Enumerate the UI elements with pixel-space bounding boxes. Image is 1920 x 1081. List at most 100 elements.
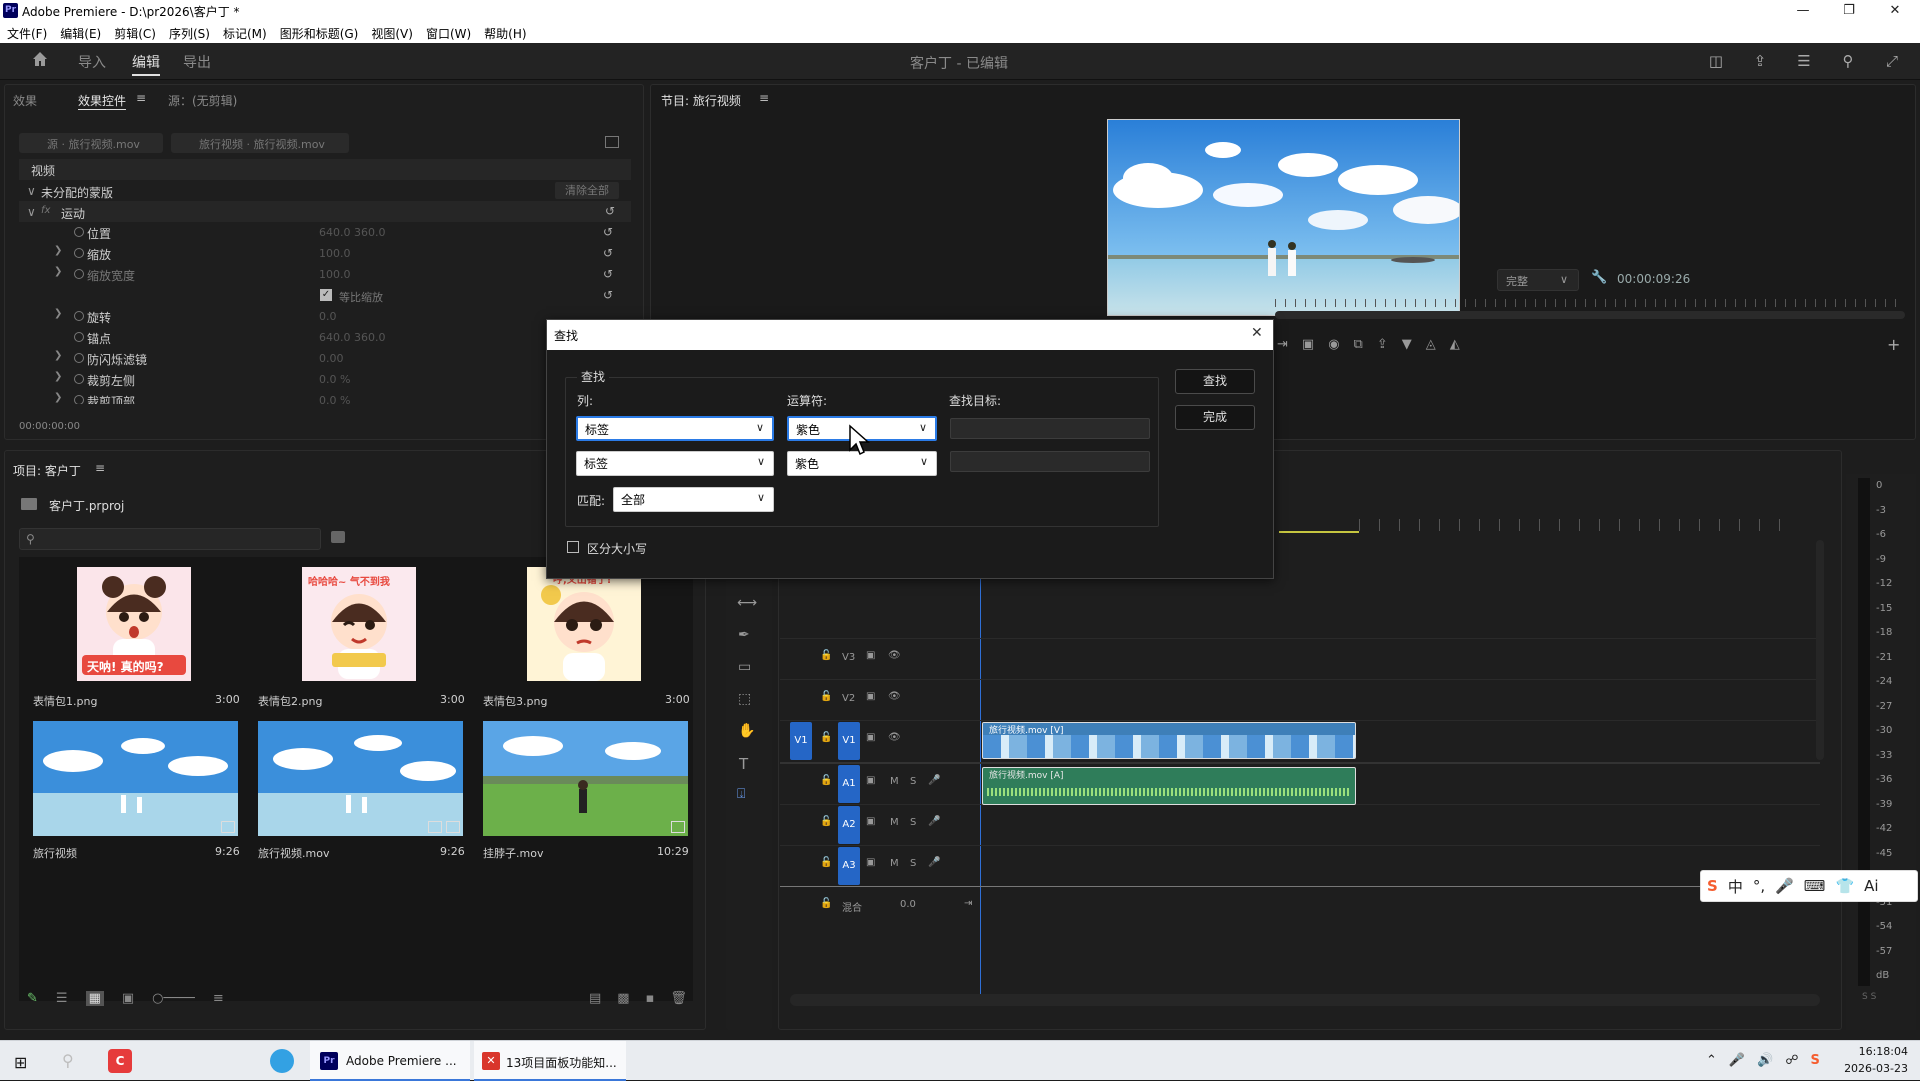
chevron-up-icon[interactable]: ⌃ [1706, 1053, 1717, 1068]
uniform-scale-checkbox[interactable]: ✓ [320, 289, 332, 301]
chevron-right-icon[interactable]: ❯ [54, 350, 62, 361]
ime-ai-button[interactable]: Ai [1864, 877, 1878, 895]
punctuation-icon[interactable]: °, [1753, 877, 1765, 895]
rectangle-icon[interactable]: ▭ [738, 659, 751, 675]
minimize-button[interactable]: — [1780, 0, 1826, 22]
work-area-bar[interactable] [1279, 531, 1359, 533]
microphone-icon[interactable]: 🎤 [928, 857, 940, 868]
toggle-sync-icon[interactable]: ▣ [866, 691, 875, 702]
source-clip-chip[interactable]: 源 · 旅行视频.mov [19, 133, 163, 153]
tab-effect-controls[interactable]: 效果控件 [78, 92, 127, 110]
eye-icon[interactable]: 👁 [888, 732, 901, 743]
chevron-right-icon[interactable]: ❯ [54, 308, 62, 319]
find-target-input-2[interactable] [950, 451, 1150, 472]
network-icon[interactable]: ☍ [1785, 1053, 1798, 1068]
volume-icon[interactable]: 🔊 [1757, 1053, 1773, 1068]
track-target-a3[interactable]: A3 [838, 847, 860, 885]
panel-layout-icon[interactable]: ◫ [1706, 51, 1726, 71]
lock-icon[interactable]: 🔓 [820, 650, 832, 661]
project-title[interactable]: 项目: 客户丁 [13, 462, 81, 479]
dialog-close-icon[interactable]: ✕ [1251, 325, 1263, 341]
compare-icon[interactable]: ⧉ [1354, 337, 1363, 352]
toggle-sync-icon[interactable]: ▣ [866, 857, 875, 868]
tab-import[interactable]: 导入 [78, 52, 106, 72]
tab-edit[interactable]: 编辑 [132, 52, 160, 76]
solo-button[interactable]: S [910, 776, 916, 787]
ripple-edit-icon[interactable]: ⟷ [737, 595, 757, 611]
marker-icon[interactable]: ▼ [1402, 337, 1412, 352]
track-target-v1[interactable]: V1 [838, 722, 860, 760]
find-target-input-1[interactable] [950, 418, 1150, 439]
program-video-frame[interactable] [1107, 119, 1460, 316]
lock-icon[interactable]: 🔓 [820, 732, 832, 743]
export-frame-icon[interactable]: ◉ [1328, 337, 1339, 352]
panel-menu-icon[interactable]: ≡ [759, 91, 769, 105]
home-icon[interactable] [30, 50, 50, 70]
search-icon[interactable]: ⚲ [1838, 51, 1858, 71]
track-target-a2[interactable]: A2 [838, 806, 860, 844]
project-item[interactable]: 旅行视频.mov 9:26 [254, 721, 465, 871]
column-select-2[interactable]: 标签 ∨ [576, 451, 774, 476]
reset-icon[interactable]: ↺ [603, 267, 617, 281]
timeline-horizontal-scrollbar[interactable] [790, 994, 1820, 1006]
ime-lang-toggle[interactable]: 中 [1728, 876, 1743, 897]
text-tool-icon[interactable]: ⍗ [737, 786, 745, 802]
stopwatch-icon[interactable] [74, 227, 84, 237]
taskbar-premiere[interactable]: Pr Adobe Premiere ... [310, 1041, 470, 1081]
prop-value[interactable]: 100.0 [319, 247, 351, 260]
menu-sequence[interactable]: 序列(S) [162, 22, 216, 42]
lock-icon[interactable]: 🔓 [820, 775, 832, 786]
sogou-logo-icon[interactable]: S [1707, 877, 1718, 895]
program-timecode[interactable]: 00:00:09:26 [1617, 272, 1690, 286]
project-item[interactable]: 哼,又出错了! 表情包3.png 3:00 [479, 567, 690, 717]
mark-out-icon[interactable]: ◭ [1450, 337, 1460, 352]
prop-value[interactable]: 100.0 [319, 268, 351, 281]
keyboard-icon[interactable]: ⌨ [1804, 877, 1826, 895]
prop-value[interactable]: 0.00 [319, 352, 344, 365]
app-icon-red[interactable]: C [108, 1049, 132, 1073]
export-icon[interactable]: ⇪ [1377, 337, 1388, 352]
pencil-icon[interactable]: ✎ [27, 991, 38, 1006]
source-patch-v1[interactable]: V1 [790, 722, 812, 760]
skin-icon[interactable]: 👕 [1835, 877, 1854, 895]
microphone-icon[interactable]: 🎤 [1729, 1053, 1745, 1068]
effect-timecode[interactable]: 00:00:00:00 [19, 421, 80, 432]
solo-indicators[interactable]: S S [1862, 992, 1876, 1002]
column-select-1[interactable]: 标签 ∨ [576, 416, 774, 441]
menu-edit[interactable]: 编辑(E) [53, 22, 107, 42]
menu-graphics[interactable]: 图形和标题(G) [273, 22, 365, 42]
project-search-input[interactable]: ⚲ [19, 528, 321, 550]
mix-value[interactable]: 0.0 [900, 899, 916, 910]
chevron-down-icon[interactable]: ∨ [27, 205, 36, 219]
timeline-ruler[interactable] [1359, 519, 1799, 531]
tab-effects[interactable]: 效果 [13, 92, 37, 109]
panel-menu-icon[interactable]: ≡ [95, 461, 105, 475]
automate-icon[interactable]: ▤ [589, 991, 601, 1006]
project-item[interactable]: 挂脖子.mov 10:29 [479, 721, 689, 871]
expand-keyframes-icon[interactable] [605, 136, 619, 148]
chevron-down-icon[interactable]: ∨ [27, 184, 36, 198]
track-target-a1[interactable]: A1 [838, 765, 860, 803]
stopwatch-icon[interactable] [74, 248, 84, 258]
toggle-sync-icon[interactable]: ▣ [866, 775, 875, 786]
fullscreen-icon[interactable]: ⤢ [1882, 51, 1902, 71]
edge-browser-icon[interactable] [270, 1049, 294, 1073]
menu-help[interactable]: 帮助(H) [477, 22, 532, 42]
menu-window[interactable]: 窗口(W) [419, 22, 477, 42]
mute-button[interactable]: M [890, 817, 899, 828]
lock-icon[interactable]: 🔓 [820, 691, 832, 702]
microphone-icon[interactable]: 🎤 [928, 775, 940, 786]
eye-icon[interactable]: 👁 [888, 691, 901, 702]
done-button[interactable]: 完成 [1175, 405, 1255, 430]
wrench-icon[interactable]: 🔧 [1591, 270, 1607, 285]
quality-select[interactable]: 完整 ∨ [1497, 269, 1579, 291]
mute-button[interactable]: M [890, 776, 899, 787]
chevron-right-icon[interactable]: ❯ [54, 266, 62, 277]
microphone-icon[interactable]: 🎤 [928, 816, 940, 827]
type-icon[interactable]: T [739, 755, 748, 773]
solo-button[interactable]: S [910, 858, 916, 869]
reset-icon[interactable]: ↺ [603, 246, 617, 260]
lock-icon[interactable]: 🔓 [820, 898, 832, 909]
mark-in-icon[interactable]: ◬ [1426, 337, 1436, 352]
hand-icon[interactable]: ✋ [738, 723, 755, 739]
